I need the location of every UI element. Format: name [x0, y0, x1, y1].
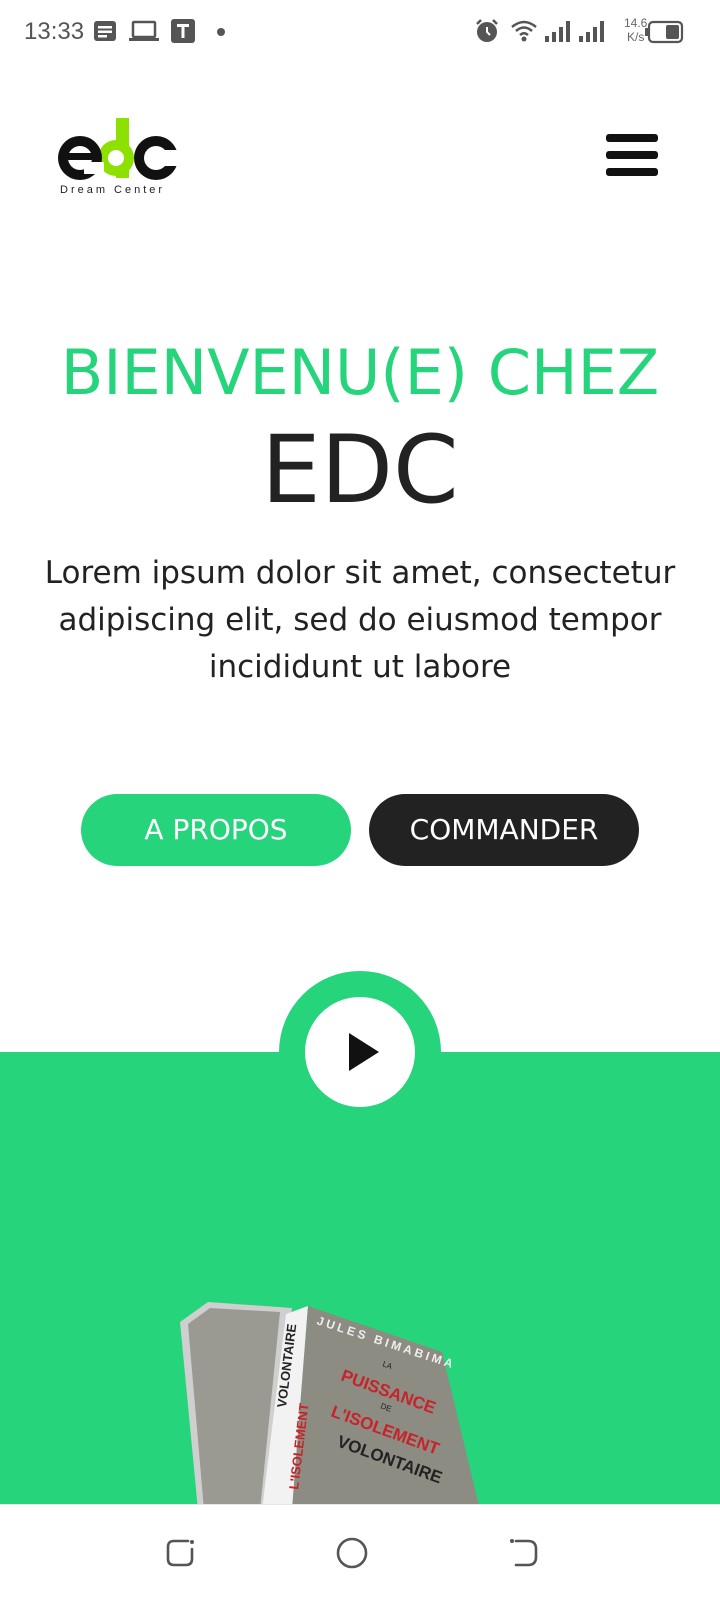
battery-icon [645, 20, 684, 44]
home-icon[interactable] [334, 1535, 370, 1571]
status-bar: 13:33 14.6 K/s [0, 0, 720, 64]
logo-tagline: Dream Center [60, 184, 166, 196]
hero-brand: EDC [261, 416, 459, 525]
signal-icon [545, 21, 570, 42]
laptop-icon [129, 20, 159, 41]
wifi-icon [511, 20, 537, 42]
system-nav-bar [0, 1504, 720, 1601]
site-header: Dream Center [0, 100, 720, 220]
status-time: 13:33 [24, 18, 85, 45]
recent-apps-icon[interactable] [162, 1535, 198, 1571]
book-cover-image: L'ISOLEMENT VOLONTAIRE JULES BIMABIMA LA… [180, 1302, 480, 1510]
hamburger-menu-icon[interactable] [606, 134, 658, 178]
signal-icon [579, 21, 604, 42]
hero-title: BIENVENU(E) CHEZ [60, 336, 660, 409]
back-icon[interactable] [506, 1535, 542, 1571]
about-button[interactable]: A PROPOS [81, 794, 351, 866]
alarm-icon [476, 19, 498, 42]
t-app-icon [171, 19, 195, 43]
dot-icon [217, 28, 225, 36]
notes-icon [94, 21, 116, 41]
order-button[interactable]: COMMANDER [369, 794, 639, 866]
play-button-inner [305, 997, 415, 1107]
play-button[interactable] [279, 971, 441, 1133]
hero-description: Lorem ipsum dolor sit amet, consectetur … [44, 555, 676, 685]
play-icon [349, 1033, 379, 1071]
